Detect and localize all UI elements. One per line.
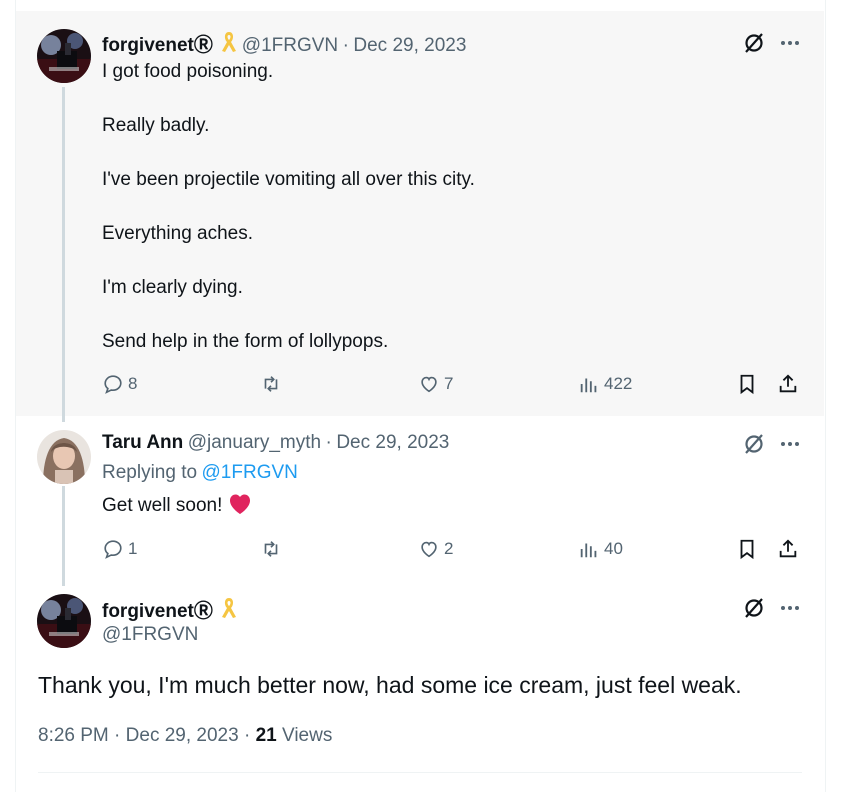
- author-name[interactable]: Taru Ann: [102, 432, 183, 453]
- reply-button[interactable]: 1: [102, 534, 137, 564]
- views-icon: [580, 543, 597, 558]
- tweet-paragraph: I got food poisoning.: [102, 61, 274, 82]
- reply-icon: [104, 540, 122, 559]
- replying-handle-link[interactable]: @1FRGVN: [202, 462, 298, 483]
- bookmark-button[interactable]: [736, 534, 758, 564]
- replying-to: Replying to @1FRGVN: [102, 462, 298, 484]
- views-icon: [580, 378, 597, 393]
- registered-mark: Ⓡ: [193, 35, 213, 56]
- thread-line: [62, 486, 65, 586]
- views-count: 21: [255, 725, 277, 746]
- tweet-paragraph: Send help in the form of lollypops.: [102, 331, 389, 352]
- tweet-header: forgivenetⓇ: [102, 596, 237, 623]
- tweet-date[interactable]: Dec 29, 2023: [126, 725, 239, 746]
- grok-icon[interactable]: [741, 595, 767, 621]
- like-icon: [421, 376, 437, 393]
- grok-icon[interactable]: [741, 30, 767, 56]
- share-button[interactable]: [777, 534, 799, 564]
- registered-mark: Ⓡ: [193, 601, 213, 622]
- divider: [38, 772, 802, 773]
- more-icon[interactable]: [777, 595, 803, 621]
- awareness-ribbon-icon: [222, 598, 237, 618]
- more-icon[interactable]: [777, 431, 803, 457]
- like-button[interactable]: 2: [418, 534, 453, 564]
- reply-count: 1: [128, 539, 138, 558]
- action-bar: 8 7 422: [100, 369, 804, 399]
- author-handle[interactable]: @1FRGVN: [242, 35, 338, 56]
- separator-dot: ·: [325, 432, 332, 453]
- thread-line: [62, 87, 65, 422]
- tweet-header: forgivenetⓇ @1FRGVN · Dec 29, 2023: [102, 30, 466, 57]
- reply-count: 8: [128, 374, 138, 393]
- share-icon: [779, 539, 797, 558]
- bookmark-icon: [740, 374, 754, 395]
- tweet-paragraph: I've been projectile vomiting all over t…: [102, 169, 475, 190]
- separator-dot: ·: [114, 725, 121, 746]
- retweet-button[interactable]: [260, 369, 282, 399]
- share-icon: [779, 374, 797, 393]
- tweet-date[interactable]: Dec 29, 2023: [353, 35, 466, 56]
- tweet-meta: 8:26 PM · Dec 29, 2023 · 21 Views: [38, 725, 332, 747]
- tweet-time[interactable]: 8:26 PM: [38, 725, 109, 746]
- tweet-text: Get well soon!: [102, 492, 252, 523]
- author-name[interactable]: forgivenet: [102, 35, 194, 56]
- like-count: 7: [444, 374, 454, 393]
- heart-emoji: [228, 493, 252, 523]
- like-icon: [421, 541, 437, 558]
- bookmark-button[interactable]: [736, 369, 758, 399]
- avatar[interactable]: [37, 29, 91, 83]
- tweet-date[interactable]: Dec 29, 2023: [336, 432, 449, 453]
- share-button[interactable]: [777, 369, 799, 399]
- separator-dot: ·: [243, 725, 251, 746]
- views-count: 40: [604, 539, 623, 558]
- views-count: 422: [604, 374, 633, 393]
- tweet-text-content: Get well soon!: [102, 495, 223, 516]
- tweet-paragraph: Really badly.: [102, 115, 210, 136]
- views-button[interactable]: 40: [578, 534, 623, 564]
- like-count: 2: [444, 539, 454, 558]
- grok-icon[interactable]: [741, 431, 767, 457]
- tweet-header: Taru Ann @january_myth · Dec 29, 2023: [102, 432, 449, 454]
- tweet-paragraph: Everything aches.: [102, 223, 254, 244]
- author-name[interactable]: forgivenet: [102, 601, 194, 622]
- separator-dot: ·: [342, 35, 349, 56]
- awareness-ribbon-icon: [222, 32, 237, 52]
- like-button[interactable]: 7: [418, 369, 453, 399]
- tweet-text: I got food poisoning. Really badly. I've…: [102, 58, 475, 355]
- views-button[interactable]: 422: [578, 369, 632, 399]
- views-label: Views: [282, 725, 333, 746]
- replying-label: Replying to: [102, 462, 198, 483]
- retweet-icon: [264, 376, 278, 392]
- tweet-paragraph: I'm clearly dying.: [102, 277, 243, 298]
- author-handle-row: @1FRGVN: [102, 624, 198, 646]
- retweet-button[interactable]: [260, 534, 282, 564]
- tweet-text: Thank you, I'm much better now, had some…: [38, 672, 742, 698]
- reply-icon: [104, 375, 122, 394]
- action-bar: 1 2 40: [100, 534, 804, 564]
- avatar[interactable]: [37, 594, 91, 648]
- bookmark-icon: [740, 539, 754, 560]
- reply-button[interactable]: 8: [102, 369, 137, 399]
- retweet-icon: [264, 541, 278, 557]
- more-icon[interactable]: [777, 30, 803, 56]
- author-handle[interactable]: @january_myth: [188, 432, 321, 453]
- author-handle[interactable]: @1FRGVN: [102, 624, 198, 645]
- avatar[interactable]: [37, 430, 91, 484]
